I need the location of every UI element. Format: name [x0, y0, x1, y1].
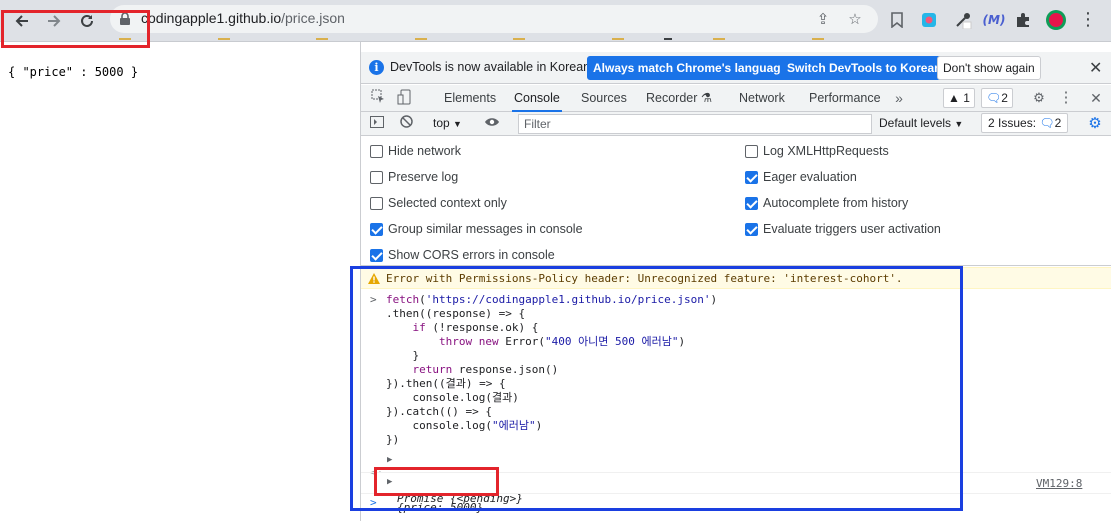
- setting-label: Log XMLHttpRequests: [763, 144, 889, 158]
- clear-console-icon[interactable]: [397, 115, 415, 133]
- match-language-button[interactable]: Always match Chrome's language: [587, 56, 794, 80]
- share-icon[interactable]: ⇪: [814, 10, 832, 28]
- setting-label: Group similar messages in console: [388, 222, 583, 236]
- source-link[interactable]: VM129:8: [1036, 477, 1082, 490]
- setting-label: Selected context only: [388, 196, 507, 210]
- highlight-box-result: [374, 467, 499, 496]
- filter-input[interactable]: Filter: [518, 114, 872, 134]
- tab-console[interactable]: Console: [512, 85, 562, 112]
- warning-triangle-icon: ▲: [948, 91, 960, 105]
- tab-network[interactable]: Network: [737, 85, 787, 112]
- dropdown-arrow-icon: ▼: [453, 119, 462, 129]
- gear-icon[interactable]: ⚙: [1030, 89, 1048, 107]
- bookmark-icon[interactable]: [885, 8, 909, 32]
- bookmark-divider: [316, 38, 328, 40]
- levels-dropdown[interactable]: Default levels ▼: [879, 116, 963, 130]
- extension-color-icon[interactable]: [917, 8, 941, 32]
- eye-icon[interactable]: [483, 115, 501, 133]
- checkbox-checked[interactable]: [370, 223, 383, 236]
- devtools-tabbar: Elements Console Sources Recorder ⚗ Netw…: [361, 85, 1111, 112]
- issues-count-button[interactable]: 2 Issues: 🗨2: [981, 113, 1069, 133]
- issues-badge[interactable]: 🗨2: [981, 88, 1013, 108]
- bookmark-divider: [713, 38, 725, 40]
- dropdown-arrow-icon: ▼: [954, 119, 964, 129]
- warning-count: 1: [963, 91, 970, 105]
- tab-performance[interactable]: Performance: [807, 85, 883, 112]
- sidebar-toggle-icon[interactable]: [368, 115, 386, 133]
- browser-toolbar: codingapple1.github.io/price.json ⇪ ☆ (M…: [0, 0, 1111, 42]
- checkbox-checked[interactable]: [745, 197, 758, 210]
- bookmark-divider: [812, 38, 824, 40]
- checkbox-checked[interactable]: [745, 223, 758, 236]
- address-bar[interactable]: codingapple1.github.io/price.json ⇪ ☆: [110, 5, 878, 33]
- warnings-badge[interactable]: ▲ 1: [943, 88, 975, 108]
- info-icon: i: [369, 60, 384, 75]
- profile-avatar[interactable]: [1044, 8, 1068, 32]
- checkbox[interactable]: [745, 145, 758, 158]
- setting-label: Eager evaluation: [763, 170, 857, 184]
- close-devtools-icon[interactable]: ✕: [1087, 89, 1105, 107]
- checkbox[interactable]: [370, 145, 383, 158]
- message-icon: 🗨: [986, 91, 1002, 105]
- highlight-box-page: [1, 10, 150, 48]
- issue-count: 2: [1001, 91, 1008, 105]
- bookmark-divider: [415, 38, 427, 40]
- console-settings-gear-icon[interactable]: ⚙: [1086, 115, 1104, 133]
- page-content: { "price" : 5000 }: [0, 42, 360, 521]
- bookmark-divider: [513, 38, 525, 40]
- tab-recorder[interactable]: Recorder ⚗: [644, 85, 714, 112]
- menu-kebab-icon[interactable]: ⋮: [1076, 8, 1100, 32]
- switch-korean-button[interactable]: Switch DevTools to Korean: [781, 56, 948, 80]
- dont-show-again-button[interactable]: Don't show again: [937, 56, 1041, 80]
- tab-recorder-label: Recorder: [646, 91, 698, 105]
- device-toolbar-icon[interactable]: [395, 89, 413, 107]
- setting-label: Preserve log: [388, 170, 459, 184]
- eyedropper-extension-icon[interactable]: [951, 8, 975, 32]
- levels-label: Default levels: [879, 116, 952, 130]
- language-infobar: i DevTools is now available in Korean! A…: [361, 52, 1111, 84]
- inspect-element-icon[interactable]: [369, 89, 387, 107]
- checkbox-checked[interactable]: [370, 249, 383, 262]
- bookmark-divider: [218, 38, 230, 40]
- checkbox-checked[interactable]: [745, 171, 758, 184]
- message-icon: 🗨: [1039, 116, 1055, 130]
- infobar-message: DevTools is now available in Korean!: [390, 60, 594, 74]
- issues-label: 2 Issues:: [988, 116, 1037, 130]
- checkbox[interactable]: [370, 171, 383, 184]
- close-infobar-icon[interactable]: ✕: [1089, 58, 1102, 78]
- star-icon[interactable]: ☆: [846, 10, 864, 28]
- mode-extension-icon[interactable]: (M): [982, 8, 1006, 32]
- customize-menu-icon[interactable]: ⋮: [1057, 89, 1075, 107]
- context-value: top: [433, 116, 450, 130]
- tab-elements[interactable]: Elements: [442, 85, 498, 112]
- more-tabs-icon[interactable]: »: [890, 89, 908, 107]
- console-toolbar: top ▼ Filter Default levels ▼ 2 Issues: …: [361, 112, 1111, 136]
- bookmark-divider: [664, 38, 672, 40]
- setting-label: Hide network: [388, 144, 461, 158]
- setting-label: Evaluate triggers user activation: [763, 222, 941, 236]
- console-settings-panel: Hide network Preserve log Selected conte…: [361, 136, 1111, 266]
- tab-sources[interactable]: Sources: [579, 85, 629, 112]
- json-response-text: { "price" : 5000 }: [8, 65, 139, 79]
- issues-count: 2: [1054, 116, 1062, 130]
- checkbox[interactable]: [370, 197, 383, 210]
- bookmark-divider: [612, 38, 624, 40]
- extensions-puzzle-icon[interactable]: [1011, 8, 1035, 32]
- flask-icon: ⚗: [700, 91, 713, 105]
- url-text: codingapple1.github.io/price.json: [141, 10, 345, 26]
- setting-label: Show CORS errors in console: [388, 248, 555, 262]
- setting-label: Autocomplete from history: [763, 196, 909, 210]
- context-select[interactable]: top ▼: [433, 116, 462, 130]
